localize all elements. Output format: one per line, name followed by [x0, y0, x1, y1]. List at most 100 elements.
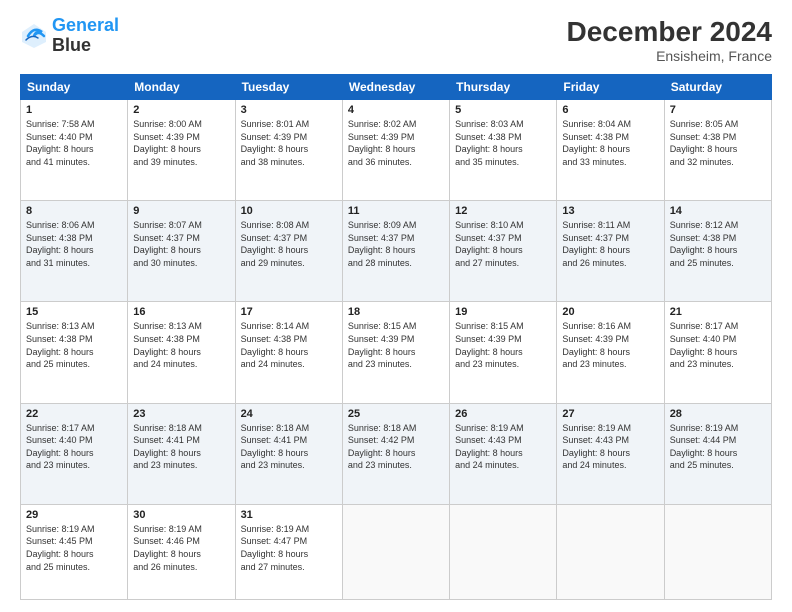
day-number: 6	[562, 104, 658, 116]
day-info: Sunrise: 8:19 AM Sunset: 4:43 PM Dayligh…	[562, 422, 658, 472]
day-number: 8	[26, 205, 122, 217]
calendar-week-1: 1 Sunrise: 7:58 AM Sunset: 4:40 PM Daylig…	[21, 100, 772, 201]
day-info: Sunrise: 8:19 AM Sunset: 4:47 PM Dayligh…	[241, 523, 337, 573]
table-row: 7Sunrise: 8:05 AM Sunset: 4:38 PM Daylig…	[664, 100, 771, 201]
day-number: 21	[670, 306, 766, 318]
day-info: Sunrise: 8:16 AM Sunset: 4:39 PM Dayligh…	[562, 320, 658, 370]
col-saturday: Saturday	[664, 75, 771, 100]
calendar-week-3: 15 Sunrise: 8:13 AM Sunset: 4:38 PM Dayli…	[21, 302, 772, 403]
day-info: Sunrise: 8:14 AM Sunset: 4:38 PM Dayligh…	[241, 320, 337, 370]
day-number: 18	[348, 306, 444, 318]
col-friday: Friday	[557, 75, 664, 100]
table-row: 10 Sunrise: 8:08 AM Sunset: 4:37 PM Dayli…	[235, 201, 342, 302]
day-info: Sunrise: 7:58 AM Sunset: 4:40 PM Dayligh…	[26, 118, 122, 168]
day-info: Sunrise: 8:19 AM Sunset: 4:44 PM Dayligh…	[670, 422, 766, 472]
table-row: 16 Sunrise: 8:13 AM Sunset: 4:38 PM Dayli…	[128, 302, 235, 403]
calendar-week-2: 8 Sunrise: 8:06 AM Sunset: 4:38 PM Daylig…	[21, 201, 772, 302]
day-info: Sunrise: 8:15 AM Sunset: 4:39 PM Dayligh…	[455, 320, 551, 370]
day-info: Sunrise: 8:12 AM Sunset: 4:38 PM Dayligh…	[670, 219, 766, 269]
day-info: Sunrise: 8:01 AM Sunset: 4:39 PM Dayligh…	[241, 118, 337, 168]
day-number: 1	[26, 104, 122, 116]
subtitle: Ensisheim, France	[567, 48, 772, 64]
table-row: 19 Sunrise: 8:15 AM Sunset: 4:39 PM Dayli…	[450, 302, 557, 403]
day-number: 16	[133, 306, 229, 318]
day-number: 11	[348, 205, 444, 217]
table-row: 29 Sunrise: 8:19 AM Sunset: 4:45 PM Dayli…	[21, 504, 128, 599]
day-number: 29	[26, 509, 122, 521]
table-row: 27 Sunrise: 8:19 AM Sunset: 4:43 PM Dayli…	[557, 403, 664, 504]
day-number: 14	[670, 205, 766, 217]
day-number: 28	[670, 408, 766, 420]
day-info: Sunrise: 8:17 AM Sunset: 4:40 PM Dayligh…	[670, 320, 766, 370]
table-row: 25 Sunrise: 8:18 AM Sunset: 4:42 PM Dayli…	[342, 403, 449, 504]
table-row: 15 Sunrise: 8:13 AM Sunset: 4:38 PM Dayli…	[21, 302, 128, 403]
day-number: 5	[455, 104, 551, 116]
table-row: 14 Sunrise: 8:12 AM Sunset: 4:38 PM Dayli…	[664, 201, 771, 302]
day-info: Sunrise: 8:19 AM Sunset: 4:46 PM Dayligh…	[133, 523, 229, 573]
table-row: 30 Sunrise: 8:19 AM Sunset: 4:46 PM Dayli…	[128, 504, 235, 599]
day-info: Sunrise: 8:17 AM Sunset: 4:40 PM Dayligh…	[26, 422, 122, 472]
table-row: 26Sunrise: 8:19 AM Sunset: 4:43 PM Dayli…	[450, 403, 557, 504]
day-number: 30	[133, 509, 229, 521]
table-row: 12 Sunrise: 8:10 AM Sunset: 4:37 PM Dayli…	[450, 201, 557, 302]
day-info: Sunrise: 8:19 AM Sunset: 4:45 PM Dayligh…	[26, 523, 122, 573]
day-number: 20	[562, 306, 658, 318]
col-sunday: Sunday	[21, 75, 128, 100]
day-info: Sunrise: 8:09 AM Sunset: 4:37 PM Dayligh…	[348, 219, 444, 269]
table-row: 18 Sunrise: 8:15 AM Sunset: 4:39 PM Dayli…	[342, 302, 449, 403]
table-row: 1 Sunrise: 7:58 AM Sunset: 4:40 PM Daylig…	[21, 100, 128, 201]
day-info: Sunrise: 8:07 AM Sunset: 4:37 PM Dayligh…	[133, 219, 229, 269]
day-info: Sunrise: 8:10 AM Sunset: 4:37 PM Dayligh…	[455, 219, 551, 269]
table-row: 20 Sunrise: 8:16 AM Sunset: 4:39 PM Dayli…	[557, 302, 664, 403]
main-title: December 2024	[567, 16, 772, 48]
day-info: Sunrise: 8:11 AM Sunset: 4:37 PM Dayligh…	[562, 219, 658, 269]
day-number: 24	[241, 408, 337, 420]
day-number: 13	[562, 205, 658, 217]
day-info: Sunrise: 8:15 AM Sunset: 4:39 PM Dayligh…	[348, 320, 444, 370]
table-row: 11 Sunrise: 8:09 AM Sunset: 4:37 PM Dayli…	[342, 201, 449, 302]
table-row	[664, 504, 771, 599]
day-number: 19	[455, 306, 551, 318]
day-number: 22	[26, 408, 122, 420]
day-info: Sunrise: 8:18 AM Sunset: 4:42 PM Dayligh…	[348, 422, 444, 472]
day-info: Sunrise: 8:13 AM Sunset: 4:38 PM Dayligh…	[133, 320, 229, 370]
day-number: 31	[241, 509, 337, 521]
day-number: 27	[562, 408, 658, 420]
table-row: 2 Sunrise: 8:00 AM Sunset: 4:39 PM Daylig…	[128, 100, 235, 201]
calendar-table: Sunday Monday Tuesday Wednesday Thursday…	[20, 74, 772, 600]
day-info: Sunrise: 8:06 AM Sunset: 4:38 PM Dayligh…	[26, 219, 122, 269]
table-row: 9 Sunrise: 8:07 AM Sunset: 4:37 PM Daylig…	[128, 201, 235, 302]
day-number: 25	[348, 408, 444, 420]
title-block: December 2024 Ensisheim, France	[567, 16, 772, 64]
day-number: 2	[133, 104, 229, 116]
col-wednesday: Wednesday	[342, 75, 449, 100]
table-row	[450, 504, 557, 599]
table-row: 6Sunrise: 8:04 AM Sunset: 4:38 PM Daylig…	[557, 100, 664, 201]
day-info: Sunrise: 8:19 AM Sunset: 4:43 PM Dayligh…	[455, 422, 551, 472]
table-row: 13 Sunrise: 8:11 AM Sunset: 4:37 PM Dayli…	[557, 201, 664, 302]
day-number: 9	[133, 205, 229, 217]
header: General Blue December 2024 Ensisheim, Fr…	[20, 16, 772, 64]
table-row: 31 Sunrise: 8:19 AM Sunset: 4:47 PM Dayli…	[235, 504, 342, 599]
logo: General Blue	[20, 16, 119, 56]
day-info: Sunrise: 8:00 AM Sunset: 4:39 PM Dayligh…	[133, 118, 229, 168]
table-row: 8 Sunrise: 8:06 AM Sunset: 4:38 PM Daylig…	[21, 201, 128, 302]
day-info: Sunrise: 8:18 AM Sunset: 4:41 PM Dayligh…	[133, 422, 229, 472]
table-row: 5Sunrise: 8:03 AM Sunset: 4:38 PM Daylig…	[450, 100, 557, 201]
table-row: 3Sunrise: 8:01 AM Sunset: 4:39 PM Daylig…	[235, 100, 342, 201]
col-tuesday: Tuesday	[235, 75, 342, 100]
day-info: Sunrise: 8:18 AM Sunset: 4:41 PM Dayligh…	[241, 422, 337, 472]
table-row: 22 Sunrise: 8:17 AM Sunset: 4:40 PM Dayli…	[21, 403, 128, 504]
day-number: 23	[133, 408, 229, 420]
day-number: 15	[26, 306, 122, 318]
day-info: Sunrise: 8:13 AM Sunset: 4:38 PM Dayligh…	[26, 320, 122, 370]
logo-icon	[20, 22, 48, 50]
table-row: 21 Sunrise: 8:17 AM Sunset: 4:40 PM Dayli…	[664, 302, 771, 403]
day-info: Sunrise: 8:05 AM Sunset: 4:38 PM Dayligh…	[670, 118, 766, 168]
table-row: 24 Sunrise: 8:18 AM Sunset: 4:41 PM Dayli…	[235, 403, 342, 504]
calendar-week-5: 29 Sunrise: 8:19 AM Sunset: 4:45 PM Dayli…	[21, 504, 772, 599]
day-info: Sunrise: 8:08 AM Sunset: 4:37 PM Dayligh…	[241, 219, 337, 269]
day-number: 10	[241, 205, 337, 217]
day-number: 12	[455, 205, 551, 217]
table-row: 4Sunrise: 8:02 AM Sunset: 4:39 PM Daylig…	[342, 100, 449, 201]
